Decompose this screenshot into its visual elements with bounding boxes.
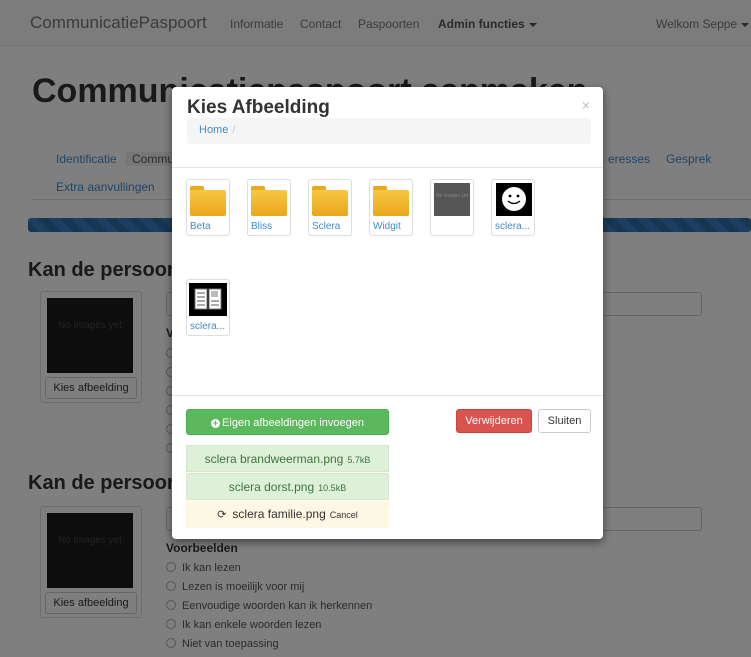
add-button-label: Eigen afbeeldingen invoegen [222, 417, 364, 429]
folder-label: Beta [190, 221, 211, 232]
upload-filename: sclera dorst.png [228, 480, 315, 494]
image-label: sclera... [190, 321, 226, 332]
breadcrumb: Home / [187, 118, 591, 144]
upload-size: 5.7kB [347, 455, 371, 465]
folder-sclera[interactable]: Sclera [308, 179, 352, 236]
folder-beta[interactable]: Beta [186, 179, 230, 236]
upload-filename: sclera familie.png [232, 507, 326, 521]
folder-icon [190, 186, 226, 216]
upload-item-pending: ⟳ sclera familie.png Cancel [186, 501, 389, 528]
add-own-images-button[interactable]: + Eigen afbeeldingen invoegen [186, 409, 389, 435]
image-picker-modal: Kies Afbeelding × Home / Beta Bliss Scler… [172, 87, 603, 539]
upload-size: 10.5kB [318, 483, 347, 493]
divider [172, 395, 603, 396]
refresh-icon: ⟳ [217, 509, 227, 521]
smiley-image [496, 183, 532, 216]
folder-icon [251, 186, 287, 216]
folder-widgit[interactable]: Widgit [369, 179, 413, 236]
folder-label: Bliss [251, 221, 273, 232]
divider [172, 167, 603, 168]
folder-label: Widgit [373, 221, 401, 232]
upload-item: sclera dorst.png 10.5kB [186, 473, 389, 500]
breadcrumb-separator: / [232, 124, 236, 136]
modal-title: Kies Afbeelding [187, 97, 330, 118]
folder-label: Sclera [312, 221, 341, 232]
no-image-placeholder: No images yet [434, 183, 470, 216]
close-icon[interactable]: × [582, 97, 590, 113]
upload-filename: sclera brandweerman.png [204, 452, 344, 466]
folder-icon [312, 186, 348, 216]
book-image [189, 283, 227, 316]
delete-button[interactable]: Verwijderen [456, 409, 532, 433]
cancel-upload-button[interactable]: Cancel [330, 510, 358, 520]
image-tile-book[interactable]: sclera... [186, 279, 230, 336]
image-tile-noimage[interactable]: No images yet [430, 179, 474, 236]
close-button[interactable]: Sluiten [538, 409, 591, 433]
image-tile-smiley[interactable]: sclera... [491, 179, 535, 236]
plus-circle-icon: + [211, 418, 221, 428]
breadcrumb-home[interactable]: Home [199, 124, 228, 136]
folder-bliss[interactable]: Bliss [247, 179, 291, 236]
upload-item: sclera brandweerman.png 5.7kB [186, 445, 389, 472]
folder-icon [373, 186, 409, 216]
image-label: sclera... [495, 221, 531, 232]
